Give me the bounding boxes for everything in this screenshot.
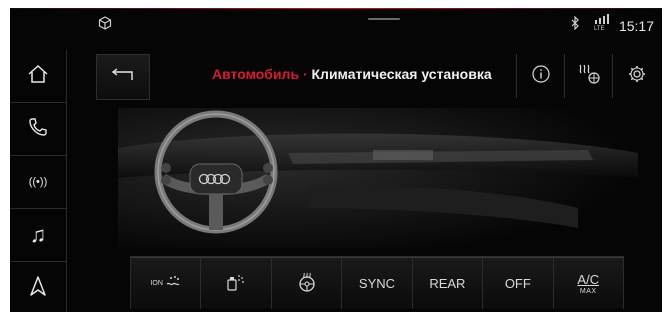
- pull-down-handle[interactable]: [368, 18, 400, 20]
- climate-controls-bar: ION SYNC REAR OFF A/C MAX: [130, 256, 624, 309]
- ac-max-button[interactable]: A/C MAX: [552, 257, 624, 309]
- back-arrow-icon: [108, 67, 138, 87]
- phone-icon: [28, 117, 48, 142]
- home-icon: [27, 64, 49, 89]
- off-button[interactable]: OFF: [482, 257, 553, 309]
- steering-wheel-heat-icon: [297, 272, 317, 295]
- info-icon: [531, 64, 551, 89]
- clock: 15:17: [618, 18, 654, 34]
- music-note-icon: ♫: [29, 222, 47, 247]
- car-interior-illustration: [118, 108, 638, 248]
- info-button[interactable]: [516, 54, 565, 98]
- title-text: Климатическая установка: [311, 66, 492, 82]
- seat-heating-fan-icon: [577, 63, 601, 90]
- sync-button[interactable]: SYNC: [341, 257, 412, 309]
- fragrance-spray-icon: [226, 273, 246, 294]
- breadcrumb[interactable]: Автомобиль: [212, 66, 299, 82]
- settings-gear-icon: [627, 64, 647, 89]
- page-title: Автомобиль · Климатическая установка: [212, 66, 492, 82]
- ac-label-group: A/C MAX: [577, 273, 599, 295]
- steering-wheel-heating-button[interactable]: [270, 257, 342, 309]
- title-separator: ·: [299, 66, 312, 82]
- audi-connect-cube-icon: [98, 16, 112, 35]
- lte-signal-icon: LTE: [592, 14, 610, 39]
- ion-label: ION: [150, 280, 163, 287]
- fragrance-button[interactable]: [200, 257, 271, 309]
- seat-climate-button[interactable]: [564, 54, 613, 98]
- off-label: OFF: [504, 276, 531, 291]
- sidebar-item-radio[interactable]: ((•)): [10, 156, 66, 209]
- sync-label: SYNC: [358, 276, 396, 291]
- sidebar-item-navigation[interactable]: [10, 262, 66, 312]
- ionizer-icon: [165, 274, 181, 293]
- navigation-arrow-icon: [29, 275, 47, 302]
- back-button[interactable]: [96, 54, 150, 100]
- rear-label: REAR: [429, 276, 466, 291]
- settings-button[interactable]: [612, 54, 661, 98]
- ionizer-button[interactable]: ION: [130, 257, 201, 309]
- sidebar-item-home[interactable]: [10, 50, 66, 103]
- sidebar: ((•)) ♫: [10, 50, 67, 312]
- header: Автомобиль · Климатическая установка: [96, 54, 662, 100]
- bluetooth-icon: [570, 15, 580, 35]
- network-type-label: LTE: [594, 26, 605, 32]
- top-accent-line: [10, 8, 662, 9]
- sidebar-item-media[interactable]: ♫: [10, 209, 66, 262]
- ac-label: A/C: [577, 271, 600, 287]
- ac-max-label: MAX: [579, 287, 597, 295]
- sidebar-item-phone[interactable]: [10, 103, 66, 156]
- radio-icon: ((•)): [28, 176, 48, 188]
- mmi-screen: LTE 15:17 ((•)) ♫ Автомобиль · Климатиче…: [10, 8, 662, 312]
- rear-button[interactable]: REAR: [411, 257, 483, 309]
